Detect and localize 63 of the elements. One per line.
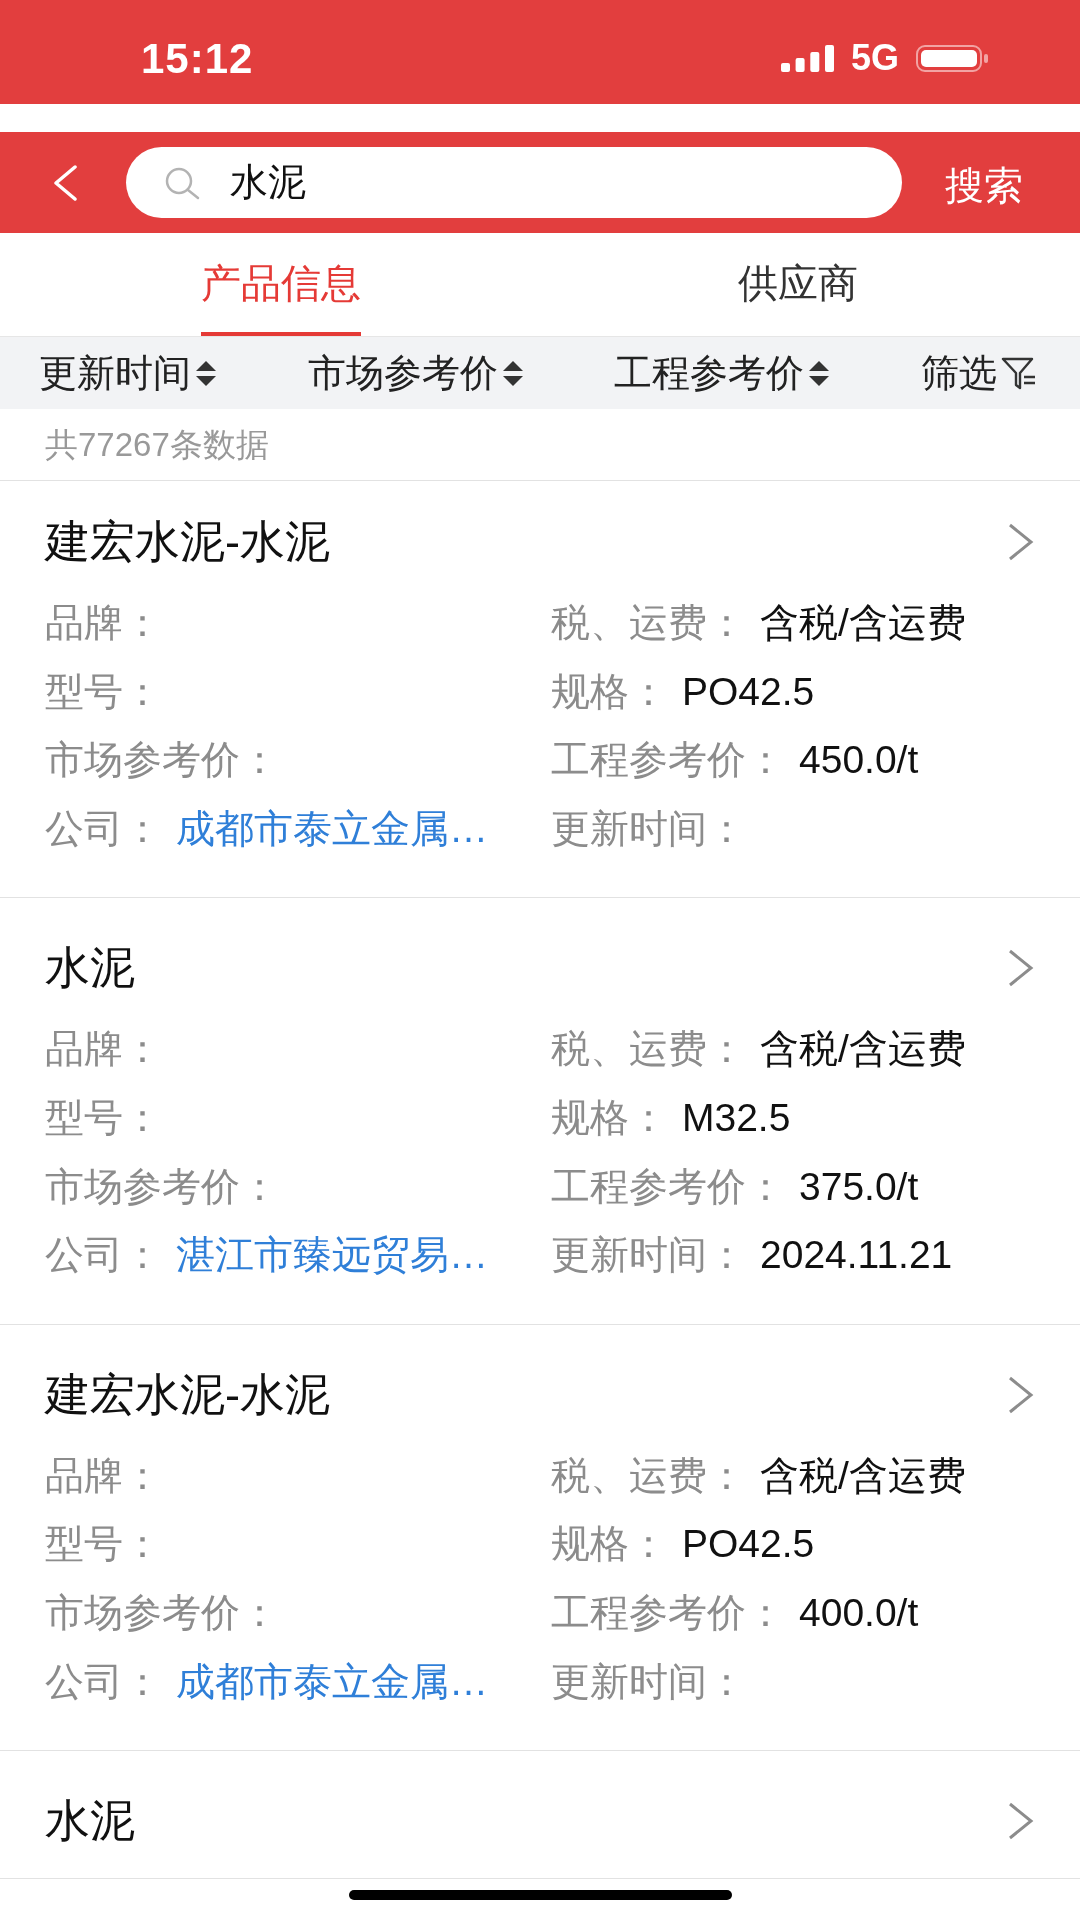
battery-icon	[916, 44, 989, 72]
chevron-right-icon[interactable]	[1006, 522, 1035, 562]
company-link[interactable]: 成都市泰立金属…	[176, 799, 488, 859]
field-label: 更新时间：	[551, 1232, 746, 1279]
sort-icon	[195, 358, 217, 388]
field-value: 400.0/t	[799, 1590, 919, 1636]
tab[interactable]: 供应商	[737, 233, 858, 336]
field-value: 含税/含运费	[760, 1026, 966, 1073]
field-label: 税、运费：	[551, 600, 746, 647]
field-label: 规格：	[551, 668, 668, 715]
field-label: 工程参考价：	[551, 1590, 785, 1636]
sort-icon	[501, 358, 524, 388]
field-label: 规格：	[551, 1521, 668, 1568]
product-title: 水泥	[45, 945, 135, 992]
field-value: PO42.5	[682, 668, 815, 715]
field-label: 公司：	[45, 1232, 162, 1279]
field-value: 450.0/t	[799, 737, 919, 784]
chevron-right-icon[interactable]	[1006, 1801, 1035, 1842]
search-button[interactable]: 搜索	[945, 155, 1023, 210]
signal-icon	[780, 44, 834, 72]
product-title: 建宏水泥-水泥	[45, 1371, 330, 1418]
product-title: 建宏水泥-水泥	[45, 519, 330, 565]
field-label: 规格：	[551, 1095, 668, 1141]
field-value: 含税/含运费	[760, 1452, 966, 1499]
field-label: 工程参考价：	[551, 737, 785, 784]
sort-button[interactable]: 更新时间	[39, 344, 217, 402]
filter-icon	[1000, 355, 1037, 391]
field-value: 含税/含运费	[760, 600, 966, 647]
search-icon	[164, 166, 200, 200]
field-label: 品牌：	[45, 1452, 162, 1499]
chevron-right-icon[interactable]	[1006, 948, 1035, 989]
chevron-left-icon	[51, 164, 79, 201]
field-value: 2024.11.21	[760, 1232, 953, 1279]
field-label: 更新时间：	[551, 805, 746, 852]
field-value: 375.0/t	[799, 1163, 919, 1210]
field-label: 更新时间：	[551, 1658, 746, 1705]
field-value: M32.5	[682, 1095, 791, 1141]
company-link[interactable]: 成都市泰立金属…	[176, 1652, 488, 1712]
field-label: 市场参考价：	[45, 737, 279, 784]
field-label: 市场参考价：	[45, 1163, 279, 1210]
field-value: PO42.5	[682, 1521, 815, 1568]
filter-button[interactable]: 筛选	[920, 344, 1037, 402]
field-label: 型号：	[45, 1095, 162, 1141]
field-label: 工程参考价：	[551, 1163, 785, 1210]
status-time: 15:12	[141, 33, 254, 84]
field-label: 公司：	[45, 1658, 162, 1705]
product-title: 水泥	[45, 1798, 135, 1845]
result-count: 共77267条数据	[45, 424, 269, 465]
chevron-right-icon[interactable]	[1006, 1374, 1035, 1415]
sort-icon	[808, 358, 831, 388]
company-link[interactable]: 湛江市臻远贸易…	[176, 1226, 488, 1285]
field-label: 品牌：	[45, 600, 162, 647]
sort-button[interactable]: 工程参考价	[614, 344, 831, 402]
field-label: 型号：	[45, 1521, 162, 1568]
field-label: 税、运费：	[551, 1026, 746, 1073]
field-label: 税、运费：	[551, 1452, 746, 1499]
sort-button[interactable]: 市场参考价	[307, 344, 524, 402]
field-label: 市场参考价：	[45, 1590, 279, 1636]
field-label: 品牌：	[45, 1026, 162, 1073]
field-label: 公司：	[45, 805, 162, 852]
search-field[interactable]: 水泥	[126, 147, 902, 218]
network-label: 5G	[850, 36, 899, 80]
field-label: 型号：	[45, 668, 162, 715]
